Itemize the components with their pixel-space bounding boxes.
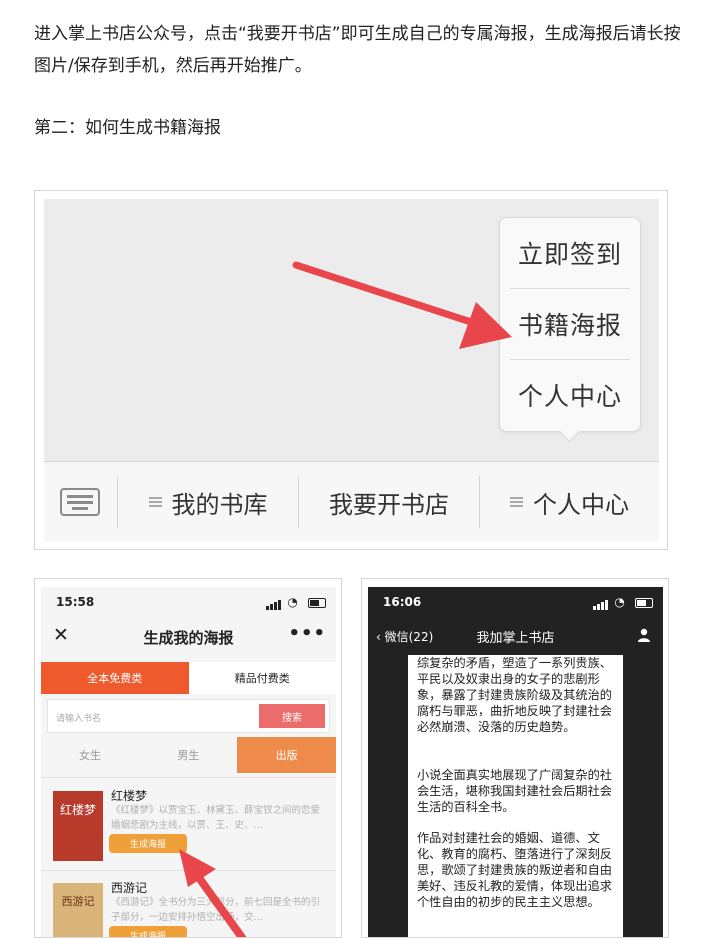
poster-screenshot: 15:58 ◔ ✕ 生成我的海报 ••• 全本免费类 精品付费类 请输入书名 搜… [34,578,342,938]
intro-paragraph: 进入掌上书店公众号，点击“我要开书店”即可生成自己的专属海报，生成海报后请长按图… [34,24,681,76]
article-body: 综复杂的矛盾，塑造了一系列贵族、平民以及奴隶出身的女子的悲剧形象，暴露了封建贵族… [408,655,623,937]
battery-icon [635,597,653,608]
signal-icon [593,596,609,610]
user-icon[interactable] [637,628,651,642]
menu-open-store[interactable]: 我要开书店 [299,462,479,541]
menu-lines-icon [148,497,162,507]
menu-label: 个人中心 [533,490,629,519]
nav-bar: ‹ 微信(22) 我加掌上书店 [368,617,663,655]
page-title: 我加掌上书店 [476,631,555,646]
red-arrow-icon [292,261,512,349]
status-bar: 16:06 ◔ [368,587,663,617]
menu-label: 我的书库 [171,490,268,519]
bottom-menu-bar: 我的书库 我要开书店 个人中心 [44,461,659,541]
section-heading: 第二：如何生成书籍海报 [34,118,221,138]
menu-my-library[interactable]: 我的书库 [118,462,298,541]
wechat-menu-screenshot: 立即签到 书籍海报 个人中心 我的书库 我要开书店 个人中心 [34,190,668,550]
menu-lines-icon [510,497,523,507]
menu-label: 我要开书店 [329,490,449,519]
article-screenshot: 16:06 ◔ ‹ 微信(22) 我加掌上书店 综复杂的矛盾，塑造了一系列贵族、… [361,578,669,938]
wifi-icon: ◔ [614,595,626,609]
article-paragraph: 综复杂的矛盾，塑造了一系列贵族、平民以及奴隶出身的女子的悲剧形象，暴露了封建贵族… [417,656,612,734]
article-paragraph: 作品对封建社会的婚姻、道德、文化、教育的腐朽、堕落进行了深刻反思，歌颂了封建贵族… [417,831,612,909]
status-time: 16:06 [383,595,422,609]
article-paragraph: 小说全面真实地展现了广阔复杂的社会生活，堪称我国封建社会后期社会生活的百科全书。 [417,768,612,814]
menu-profile[interactable]: 个人中心 [480,462,659,541]
keyboard-icon[interactable] [60,488,100,516]
red-arrow-icon [179,849,247,937]
